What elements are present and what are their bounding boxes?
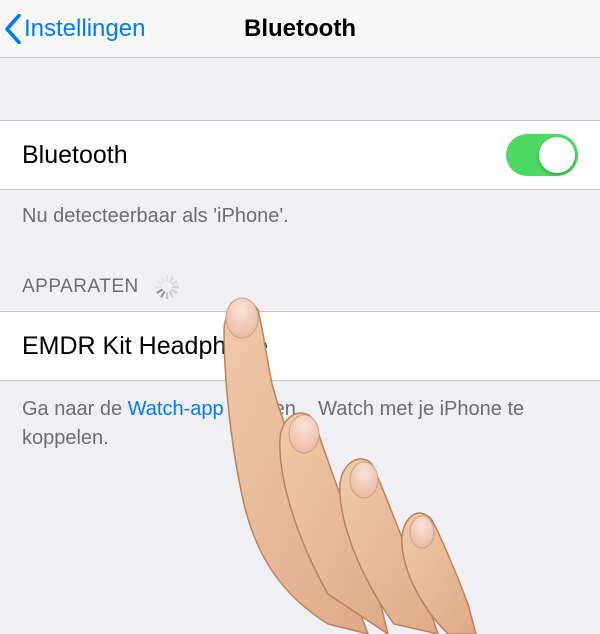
navbar: Instellingen Bluetooth [0, 0, 600, 58]
bluetooth-toggle[interactable] [506, 134, 578, 176]
spacer [0, 58, 600, 120]
spinner-icon [153, 273, 181, 301]
watch-app-link[interactable]: Watch-app [128, 398, 224, 420]
device-name: EMDR Kit Headphone [22, 332, 268, 361]
bluetooth-label: Bluetooth [22, 141, 128, 170]
footer-mid: om een [224, 398, 302, 420]
devices-header-label: APPARATEN [22, 276, 139, 298]
discoverable-caption: Nu detecteerbaar als 'iPhone'. [0, 190, 600, 231]
footer-pre: Ga naar de [22, 398, 128, 420]
bluetooth-toggle-row[interactable]: Bluetooth [0, 120, 600, 190]
toggle-knob [539, 137, 575, 173]
back-button[interactable]: Instellingen [0, 14, 145, 44]
page-title: Bluetooth [244, 15, 356, 43]
back-label: Instellingen [24, 15, 145, 43]
chevron-left-icon [4, 14, 22, 44]
device-row[interactable]: EMDR Kit Headphone [0, 311, 600, 381]
footer-caption: Ga naar de Watch-app om een e Watch met … [0, 381, 600, 453]
devices-section-header: APPARATEN [0, 231, 600, 311]
